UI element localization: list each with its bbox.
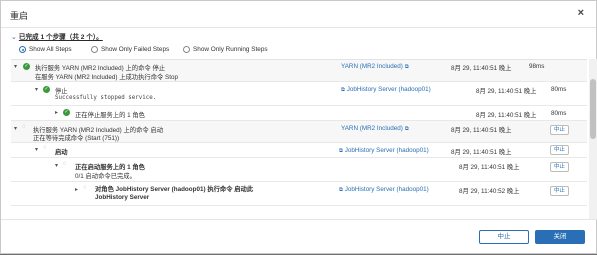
chevron-right-icon[interactable]: ▸ xyxy=(55,109,58,116)
step-time: 8月 29, 11:40:51 晚上 xyxy=(476,112,537,119)
step-row: ▾ ◌ 执行服务 YARN (MR2 Included) 上的命令 启动 正在等… xyxy=(11,121,587,143)
chevron-down-icon: ⌄ xyxy=(11,34,17,41)
chevron-down-icon[interactable]: ▾ xyxy=(55,162,58,169)
chevron-right-icon[interactable]: ▸ xyxy=(75,186,78,193)
restart-dialog: 重启 × ⌄ 已完成 1 个步骤（共 2 个）。 Show All Steps S… xyxy=(0,0,597,254)
spinner-icon: ◌ xyxy=(43,145,47,151)
step-title: 停止 xyxy=(55,88,68,95)
abort-step-button[interactable]: 中止 xyxy=(550,162,569,172)
step-time: 8月 29, 11:40:51 晚上 xyxy=(451,127,512,134)
abort-step-button[interactable]: 中止 xyxy=(550,145,569,155)
chevron-down-icon[interactable]: ▾ xyxy=(35,86,38,93)
spinner-icon: ◌ xyxy=(22,124,26,130)
radio-icon xyxy=(19,46,26,53)
steps-table: ▾ ✓ 执行服务 YARN (MR2 Included) 上的命令 停止 在服务… xyxy=(11,59,587,206)
step-detail: 正在等待完成命令 (Start (751)) xyxy=(33,135,120,142)
spinner-icon: ◌ xyxy=(63,161,67,167)
external-link-icon: ⧉ xyxy=(339,187,343,193)
filter-all-steps[interactable]: Show All Steps xyxy=(19,46,72,53)
step-duration: 80ms xyxy=(551,86,567,93)
step-title: 执行服务 YARN (MR2 Included) 上的命令 停止 xyxy=(35,65,166,72)
step-detail: 在服务 YARN (MR2 Included) 上成功执行命令 Stop xyxy=(35,74,178,81)
context-link[interactable]: YARN (MR2 Included) ⧉ xyxy=(341,63,409,71)
step-time: 8月 29, 11:40:51 晚上 xyxy=(451,149,512,156)
step-row: ▾ ✓ 执行服务 YARN (MR2 Included) 上的命令 停止 在服务… xyxy=(11,60,587,82)
abort-step-button[interactable]: 中止 xyxy=(550,186,569,196)
close-button[interactable]: 关闭 xyxy=(535,230,585,244)
chevron-down-icon[interactable]: ▾ xyxy=(14,63,17,70)
step-time: 8月 29, 11:40:51 晚上 xyxy=(459,164,520,171)
check-circle-icon: ✓ xyxy=(43,86,50,93)
step-title: 正在停止服务上的 1 角色 xyxy=(75,112,145,119)
spinner-icon: ◌ xyxy=(83,185,87,191)
steps-summary[interactable]: ⌄ 已完成 1 个步骤（共 2 个）。 xyxy=(11,31,103,41)
step-title: 启动 xyxy=(55,149,68,156)
filter-failed-steps[interactable]: Show Only Failed Steps xyxy=(91,46,169,53)
external-link-icon: ⧉ xyxy=(404,64,409,70)
external-link-icon: ⧉ xyxy=(341,87,345,93)
step-duration: 80ms xyxy=(551,110,567,117)
step-row: ▸ ◌ 对角色 JobHistory Server (hadoop01) 执行命… xyxy=(11,182,587,206)
step-duration: 98ms xyxy=(529,63,545,70)
dialog-footer: 中止 关闭 xyxy=(1,219,597,255)
dialog-body: ⌄ 已完成 1 个步骤（共 2 个）。 Show All Steps Show O… xyxy=(1,29,597,219)
scrollbar[interactable] xyxy=(589,59,597,219)
dialog-title: 重启 xyxy=(10,11,29,21)
external-link-icon: ⧉ xyxy=(404,126,409,132)
context-link[interactable]: ⧉ JobHistory Server (hadoop01) xyxy=(337,147,429,155)
step-row: ▸ ✓ 正在停止服务上的 1 角色 8月 29, 11:40:51 晚上 80m… xyxy=(11,106,587,121)
dialog-header: 重启 × xyxy=(1,1,596,28)
step-time: 8月 29, 11:40:51 晚上 xyxy=(451,65,512,72)
step-detail: Successfully stopped service. xyxy=(55,95,157,101)
chevron-down-icon[interactable]: ▾ xyxy=(14,125,17,132)
step-title: 正在启动服务上的 1 角色 xyxy=(75,164,145,171)
step-time: 8月 29, 11:40:51 晚上 xyxy=(476,88,537,95)
step-time: 8月 29, 11:40:52 晚上 xyxy=(459,188,520,195)
abort-button[interactable]: 中止 xyxy=(479,230,529,244)
external-link-icon: ⧉ xyxy=(339,148,343,154)
check-circle-icon: ✓ xyxy=(23,63,30,70)
step-row: ▾ ◌ 正在启动服务上的 1 角色 0/1 启动命令已完成。 8月 29, 11… xyxy=(11,158,587,182)
chevron-down-icon[interactable]: ▾ xyxy=(35,146,38,153)
abort-step-button[interactable]: 中止 xyxy=(550,125,569,135)
step-row: ▾ ✓ 停止 Successfully stopped service. ⧉ J… xyxy=(11,82,587,106)
step-title: 对角色 JobHistory Server (hadoop01) 执行命令 启动… xyxy=(95,186,254,201)
scrollbar-thumb[interactable] xyxy=(590,79,596,139)
context-link[interactable]: ⧉ JobHistory Server (hadoop01) xyxy=(339,86,431,94)
filter-running-steps[interactable]: Show Only Running Steps xyxy=(183,46,268,53)
radio-icon xyxy=(91,46,98,53)
check-circle-icon: ✓ xyxy=(63,109,70,116)
step-row: ▾ ◌ 启动 ⧉ JobHistory Server (hadoop01) 8月… xyxy=(11,143,587,158)
context-link[interactable]: ⧉ JobHistory Server (hadoop01) xyxy=(337,186,429,194)
radio-icon xyxy=(183,46,190,53)
context-link[interactable]: YARN (MR2 Included) ⧉ xyxy=(341,125,409,133)
close-icon[interactable]: × xyxy=(578,7,584,19)
step-detail: 0/1 启动命令已完成。 xyxy=(75,173,136,180)
